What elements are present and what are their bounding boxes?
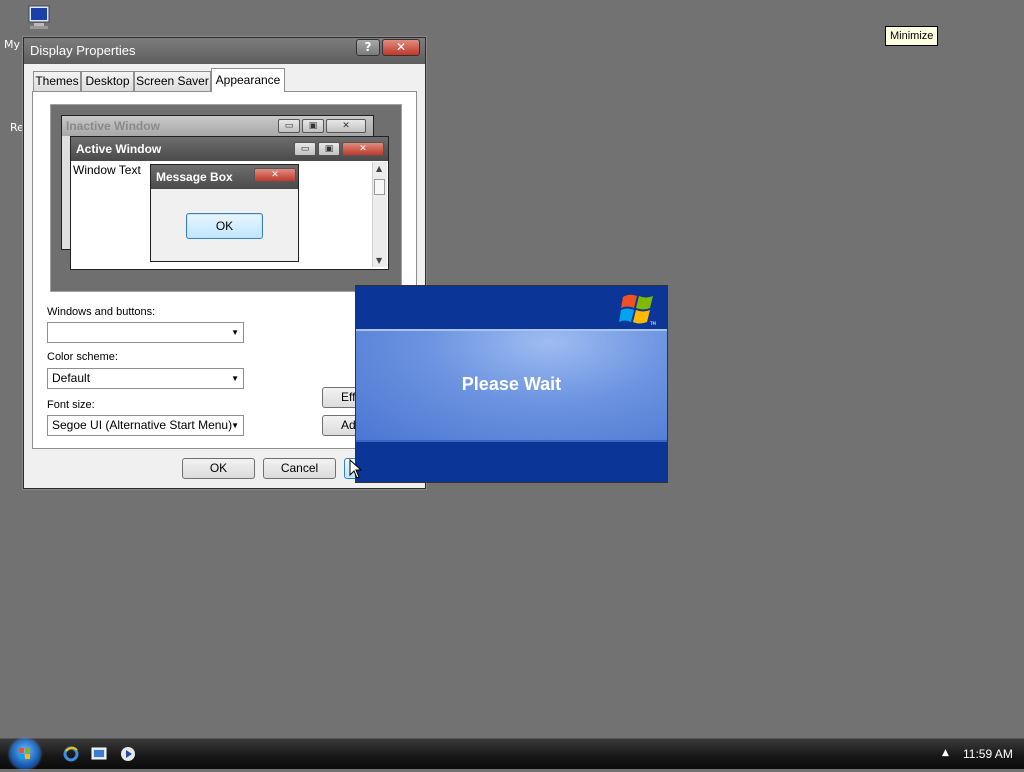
tab-appearance[interactable]: Appearance — [211, 68, 285, 92]
taskbar-clock[interactable]: 11:59 AM — [963, 747, 1013, 761]
help-button[interactable]: ? — [356, 39, 380, 56]
show-hidden-icons-icon[interactable]: ▲ — [942, 748, 949, 758]
close-icon: ✕ — [342, 142, 384, 156]
recycle-bin-label[interactable]: Re — [10, 121, 24, 134]
maximize-icon: ▣ — [302, 119, 324, 133]
please-wait-splash: TM Please Wait — [355, 285, 668, 483]
chevron-down-icon: ▼ — [231, 328, 239, 337]
close-icon: ✕ — [254, 168, 296, 182]
active-window-title: Active Window — [71, 137, 388, 161]
windows-logo-icon: TM — [619, 294, 656, 326]
scroll-up-icon: ▲ — [376, 164, 383, 173]
message-box-preview: Message Box ✕ OK — [150, 164, 299, 262]
appearance-preview: Inactive Window ▭ ▣ ✕ Active Window ▭ ▣ … — [50, 104, 402, 292]
font-size-value: Segoe UI (Alternative Start Menu) — [52, 418, 233, 432]
minimize-tooltip: Minimize — [885, 26, 939, 46]
dialog-titlebar[interactable]: Display Properties ? ✕ — [24, 38, 425, 64]
color-scheme-value: Default — [52, 371, 91, 385]
windows-flag-icon — [19, 748, 30, 759]
my-computer-label[interactable]: My — [4, 38, 20, 51]
minimize-icon: ▭ — [294, 142, 316, 156]
color-scheme-select[interactable]: Default ▼ — [47, 368, 244, 389]
tab-screen-saver[interactable]: Screen Saver — [134, 71, 211, 91]
tab-desktop[interactable]: Desktop — [81, 71, 134, 91]
preview-scrollbar: ▲ ▼ — [372, 162, 387, 267]
windows-buttons-label: Windows and buttons: — [47, 306, 156, 318]
media-player-icon[interactable] — [120, 746, 136, 762]
internet-explorer-icon[interactable] — [63, 746, 79, 762]
svg-text:TM: TM — [649, 321, 656, 326]
cancel-button[interactable]: Cancel — [263, 458, 336, 479]
font-size-label: Font size: — [47, 399, 95, 411]
window-text-sample: Window Text — [73, 163, 141, 177]
start-button[interactable] — [10, 739, 40, 769]
windows-buttons-select[interactable]: ▼ — [47, 322, 244, 343]
minimize-icon: ▭ — [278, 119, 300, 133]
dialog-title: Display Properties — [30, 43, 136, 58]
chevron-down-icon: ▼ — [231, 421, 239, 430]
help-icon: ? — [364, 40, 372, 54]
mouse-cursor-icon — [349, 459, 363, 479]
close-button[interactable]: ✕ — [382, 39, 420, 56]
show-desktop-icon[interactable] — [91, 746, 107, 762]
close-icon: ✕ — [326, 119, 366, 133]
tab-themes[interactable]: Themes — [33, 71, 81, 91]
close-icon: ✕ — [395, 40, 407, 54]
message-box-ok-button: OK — [186, 213, 263, 239]
font-size-select[interactable]: Segoe UI (Alternative Start Menu) ▼ — [47, 415, 244, 436]
scroll-thumb — [374, 179, 385, 195]
color-scheme-label: Color scheme: — [47, 351, 118, 363]
scroll-down-icon: ▼ — [376, 256, 383, 265]
taskbar: ▲ 11:59 AM — [0, 738, 1024, 769]
please-wait-text: Please Wait — [461, 374, 562, 394]
chevron-down-icon: ▼ — [231, 374, 239, 383]
my-computer-icon[interactable] — [24, 4, 54, 32]
maximize-icon: ▣ — [318, 142, 340, 156]
ok-button[interactable]: OK — [182, 458, 255, 479]
